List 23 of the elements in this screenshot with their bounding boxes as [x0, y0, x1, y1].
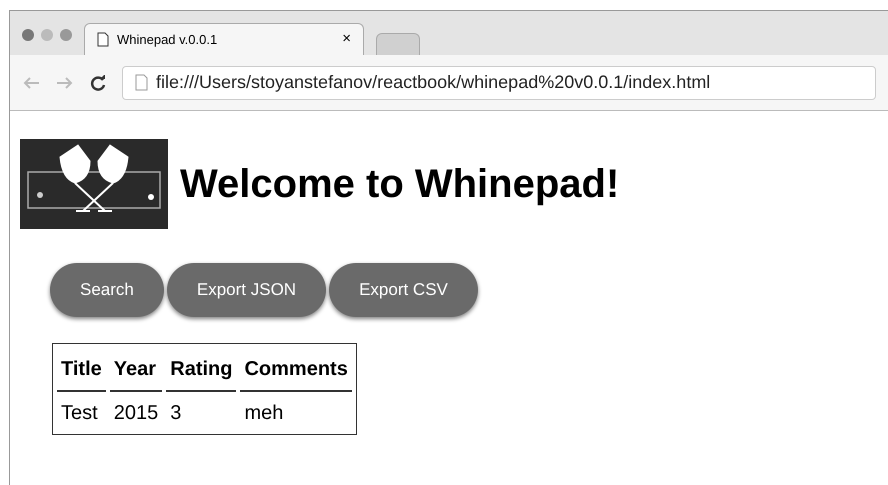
page-heading: Welcome to Whinepad! — [180, 161, 620, 208]
tab-close-button[interactable]: × — [342, 28, 351, 51]
new-tab-button[interactable] — [376, 33, 420, 55]
column-header: Comments — [240, 348, 352, 392]
table-cell-text: 2015 — [112, 401, 160, 426]
action-button[interactable]: Search — [50, 263, 164, 317]
table-cell-text: Test — [60, 401, 99, 426]
page-icon — [135, 74, 148, 91]
address-bar[interactable]: file:///Users/stoyanstefanov/reactbook/whinepad%20v0.0.1/index.html — [122, 66, 876, 100]
tab-title: Whinepad v.0.0.1 — [117, 30, 218, 49]
table-cell-text: 3 — [169, 401, 182, 426]
page-icon — [97, 32, 109, 47]
table-cell-text: meh — [243, 401, 284, 426]
reload-icon[interactable] — [90, 74, 106, 90]
browser-tab[interactable]: Whinepad v.0.0.1 × — [84, 23, 364, 55]
column-header: Rating — [166, 348, 236, 392]
action-button[interactable]: Export CSV — [329, 263, 478, 317]
back-arrow-icon[interactable] — [22, 76, 40, 90]
column-header: Year — [110, 348, 162, 392]
action-button[interactable]: Export JSON — [166, 263, 326, 317]
forward-arrow-icon[interactable] — [56, 76, 74, 90]
column-header: Title — [57, 348, 106, 392]
url-text: file:///Users/stoyanstefanov/reactbook/whinepad%20v0.0.1/index.html — [156, 71, 710, 94]
